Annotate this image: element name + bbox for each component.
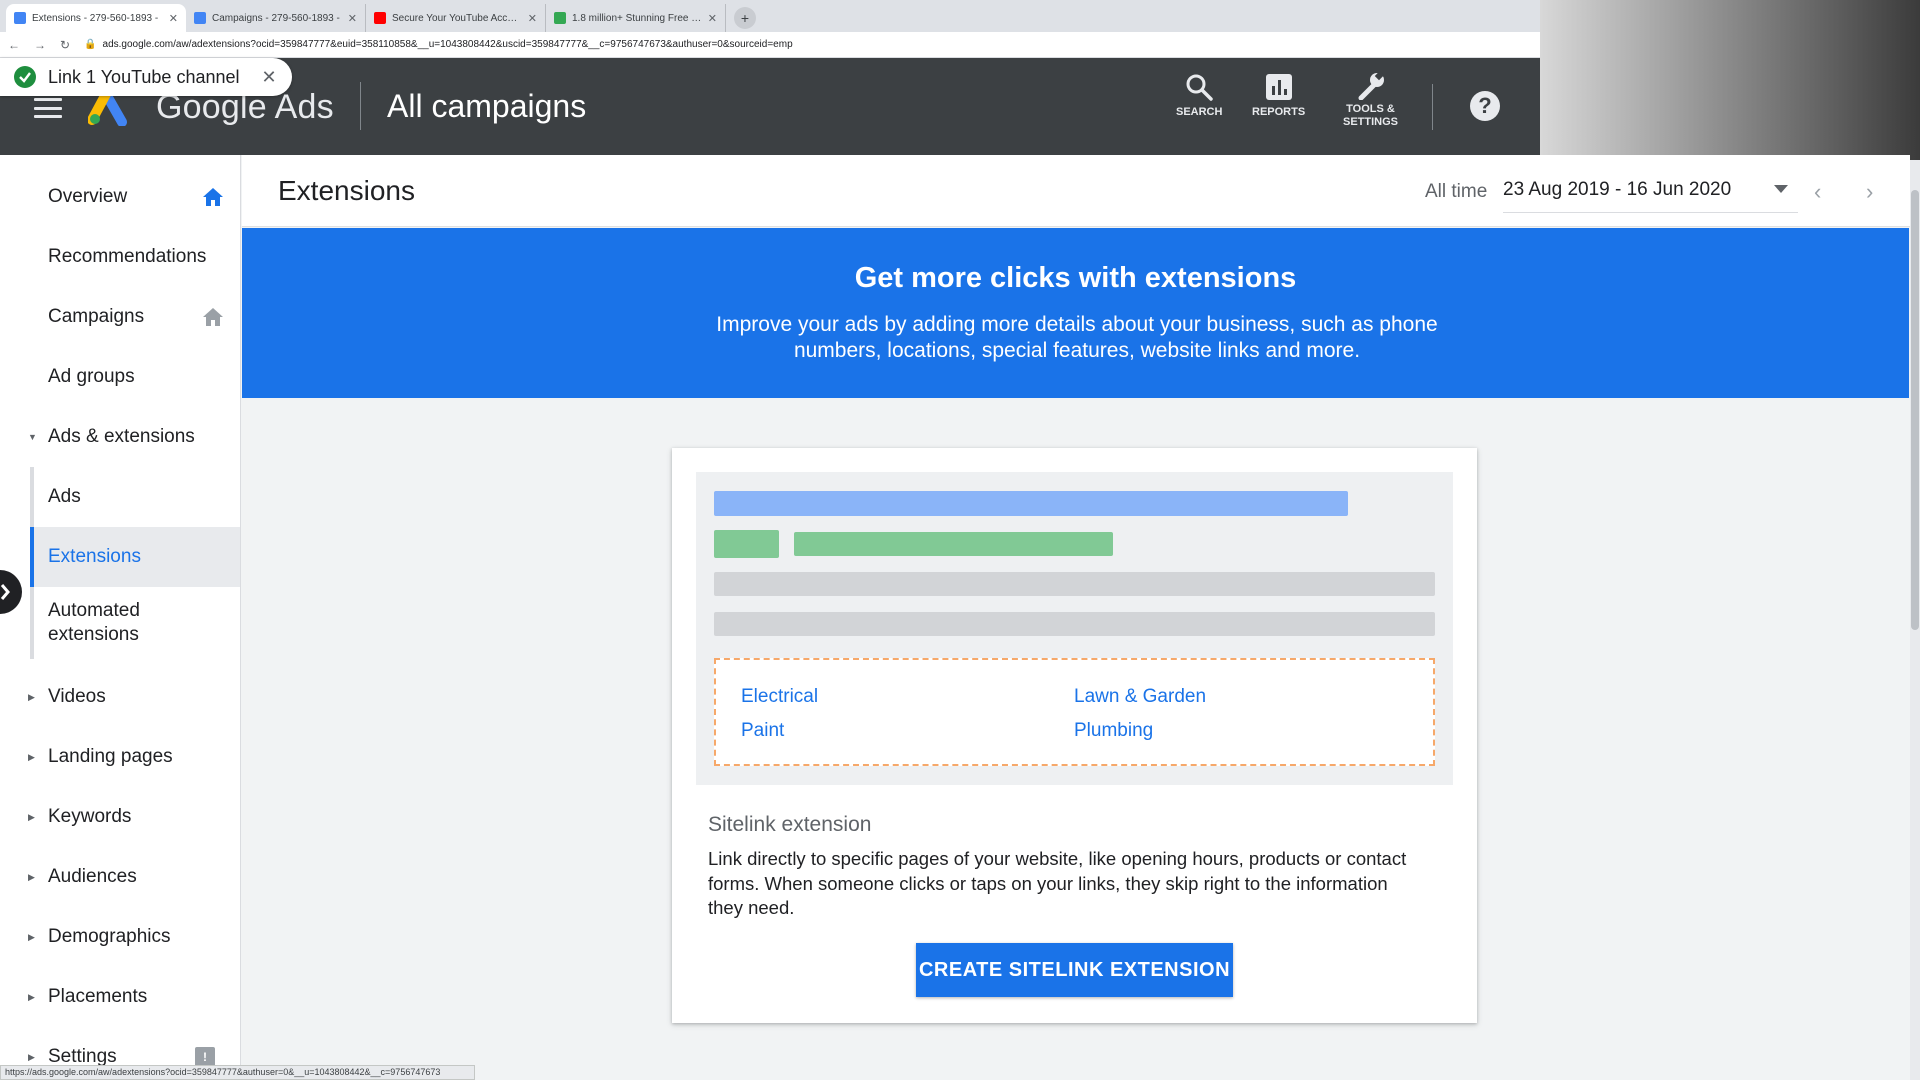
caret-down-icon: ▼ [28, 432, 37, 442]
search-button[interactable]: SEARCH [1176, 72, 1222, 118]
hero-subtitle: Improve your ads by adding more details … [716, 313, 1438, 362]
bar-chart-icon [1265, 74, 1292, 100]
sidebar: Overview Recommendations Campaigns Ad gr… [0, 155, 241, 1065]
google-ads-favicon-icon [194, 12, 206, 24]
tab-close-icon[interactable]: ✕ [708, 12, 717, 25]
url-field[interactable]: 🔒 ads.google.com/aw/adextensions?ocid=35… [84, 39, 793, 50]
sitelink: Plumbing [1074, 720, 1154, 741]
create-sitelink-extension-button[interactable]: CREATE SITELINK EXTENSION [916, 943, 1233, 997]
close-icon[interactable]: ✕ [262, 67, 277, 88]
sitelink: Electrical [741, 686, 819, 707]
blurred-region [1540, 0, 1920, 175]
chevron-right-icon [0, 584, 10, 600]
link-channel-chip[interactable]: Link 1 YouTube channel ✕ [0, 58, 292, 96]
sidebar-item-campaigns[interactable]: Campaigns [0, 287, 240, 347]
caret-right-icon: ▶ [28, 871, 35, 882]
caret-right-icon: ▶ [28, 1051, 35, 1062]
status-bar-url: https://ads.google.com/aw/adextensions?o… [0, 1065, 475, 1080]
address-bar: ← → ↻ 🔒 ads.google.com/aw/adextensions?o… [0, 32, 1540, 58]
caret-right-icon: ▶ [28, 931, 35, 942]
url-text: ads.google.com/aw/adextensions?ocid=3598… [102, 39, 793, 50]
tab-close-icon[interactable]: ✕ [348, 12, 357, 25]
menu-icon[interactable] [34, 98, 62, 118]
caret-right-icon: ▶ [28, 691, 35, 702]
home-icon [203, 188, 223, 206]
extension-description: Link directly to specific pages of your … [708, 848, 1407, 918]
dropdown-caret-icon [1774, 185, 1788, 193]
header-title: All campaigns [387, 88, 587, 124]
sidebar-item-placements[interactable]: ▶ Placements [0, 967, 240, 1027]
sidebar-item-landing-pages[interactable]: ▶ Landing pages [0, 727, 240, 787]
sidebar-item-extensions[interactable]: Extensions [30, 527, 240, 587]
sidebar-item-automated-extensions[interactable]: Automated extensions [30, 587, 240, 659]
sitelink: Lawn & Garden [1074, 686, 1207, 707]
reload-icon[interactable]: ↻ [60, 38, 70, 52]
sidebar-item-overview[interactable]: Overview [0, 167, 240, 227]
tab-close-icon[interactable]: ✕ [528, 12, 537, 25]
extensions-hero-banner: Get more clicks with extensions Improve … [242, 228, 1909, 398]
date-range-label: All time [1425, 181, 1488, 202]
warning-badge: ! [195, 1047, 215, 1065]
browser-tab-images[interactable]: 1.8 million+ Stunning Free Ima ✕ [546, 4, 726, 32]
new-tab-button[interactable]: + [734, 7, 756, 29]
preview-description-bar [714, 572, 1435, 596]
tab-close-icon[interactable]: ✕ [169, 12, 178, 25]
caret-right-icon: ▶ [28, 991, 35, 1002]
sidebar-item-settings[interactable]: ▶ Settings ! [0, 1027, 240, 1065]
header-divider [360, 82, 361, 130]
search-icon [1186, 74, 1213, 101]
browser-tab-campaigns[interactable]: Campaigns - 279-560-1893 - ✕ [186, 4, 366, 32]
date-range-dropdown[interactable]: 23 Aug 2019 - 16 Jun 2020 [1503, 179, 1798, 213]
google-ads-favicon-icon [14, 12, 26, 24]
sidebar-item-audiences[interactable]: ▶ Audiences [0, 847, 240, 907]
main-header: Extensions All time 23 Aug 2019 - 16 Jun… [242, 155, 1910, 227]
sidebar-item-demographics[interactable]: ▶ Demographics [0, 907, 240, 967]
help-icon[interactable]: ? [1470, 91, 1500, 121]
sidebar-item-recommendations[interactable]: Recommendations [0, 227, 240, 287]
sitelink: Paint [741, 720, 785, 741]
image-site-favicon-icon [554, 12, 566, 24]
header-divider [1432, 84, 1433, 130]
sitelink-extension-card: Electrical Lawn & Garden Paint Plumbing … [672, 448, 1477, 1023]
reports-button[interactable]: REPORTS [1252, 72, 1305, 118]
sidebar-item-videos[interactable]: ▶ Videos [0, 667, 240, 727]
preview-description-bar [714, 612, 1435, 636]
check-icon [14, 66, 36, 88]
tools-settings-button[interactable]: TOOLS & SETTINGS [1343, 70, 1398, 128]
youtube-favicon-icon [374, 12, 386, 24]
preview-badge-bar [714, 530, 779, 558]
ad-preview-illustration: Electrical Lawn & Garden Paint Plumbing [696, 472, 1453, 785]
caret-right-icon: ▶ [28, 811, 35, 822]
caret-right-icon: ▶ [28, 751, 35, 762]
preview-url-bar [794, 532, 1113, 556]
next-period-button[interactable]: › [1866, 179, 1873, 205]
chip-text: Link 1 YouTube channel [48, 66, 240, 87]
browser-tab-youtube[interactable]: Secure Your YouTube Account ✕ [366, 4, 546, 32]
previous-period-button[interactable]: ‹ [1814, 179, 1821, 205]
scrollbar-thumb[interactable] [1911, 190, 1919, 630]
wrench-icon [1358, 71, 1384, 100]
page-title: Extensions [278, 175, 415, 206]
preview-headline-bar [714, 491, 1348, 516]
sitelinks-box: Electrical Lawn & Garden Paint Plumbing [714, 658, 1435, 766]
lock-icon: 🔒 [84, 39, 97, 50]
home-icon [203, 308, 223, 326]
google-ads-logo-icon [88, 92, 127, 126]
browser-tab-bar: Extensions - 279-560-1893 - ✕ Campaigns … [0, 0, 1540, 32]
sidebar-item-ads-extensions[interactable]: ▼ Ads & extensions [0, 407, 240, 467]
sidebar-item-ad-groups[interactable]: Ad groups [0, 347, 240, 407]
forward-arrow-icon[interactable]: → [34, 38, 46, 52]
back-arrow-icon[interactable]: ← [8, 38, 20, 52]
sidebar-item-ads[interactable]: Ads [30, 467, 240, 527]
extension-title: Sitelink extension [708, 813, 872, 836]
browser-tab-extensions[interactable]: Extensions - 279-560-1893 - ✕ [6, 4, 186, 32]
sidebar-item-keywords[interactable]: ▶ Keywords [0, 787, 240, 847]
hero-title: Get more clicks with extensions [854, 262, 1297, 294]
